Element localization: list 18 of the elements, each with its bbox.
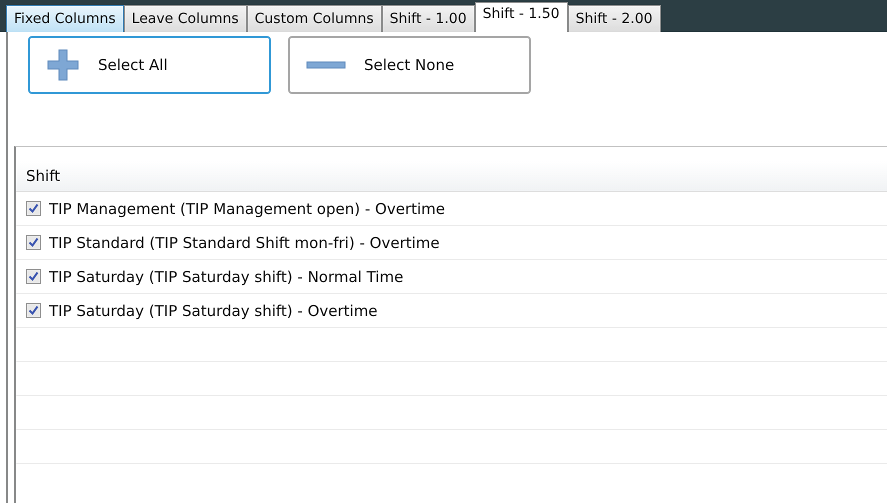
checkbox[interactable] xyxy=(26,269,41,284)
tab[interactable]: Shift - 1.50 xyxy=(474,2,568,32)
tab[interactable]: Leave Columns xyxy=(124,5,247,32)
tab[interactable]: Custom Columns xyxy=(246,5,382,32)
checkbox[interactable] xyxy=(26,303,41,318)
shift-label[interactable]: TIP Standard (TIP Standard Shift mon-fri) - Overtime xyxy=(49,234,440,252)
checkbox[interactable] xyxy=(26,201,41,216)
tab[interactable]: Shift - 2.00 xyxy=(568,5,661,32)
tab[interactable]: Shift - 1.00 xyxy=(382,5,475,32)
minus-icon xyxy=(306,60,346,70)
plus-icon xyxy=(46,48,80,82)
select-button[interactable]: Select None xyxy=(288,36,531,94)
tab[interactable]: Fixed Columns xyxy=(6,5,124,32)
checkbox[interactable] xyxy=(26,235,41,250)
select-button[interactable]: Select All xyxy=(28,36,271,94)
shift-label[interactable]: TIP Saturday (TIP Saturday shift) - Overtime xyxy=(49,302,378,320)
shift-label[interactable]: TIP Saturday (TIP Saturday shift) - Normal Time xyxy=(49,268,404,286)
shift-label[interactable]: TIP Management (TIP Management open) - Overtime xyxy=(49,200,446,218)
